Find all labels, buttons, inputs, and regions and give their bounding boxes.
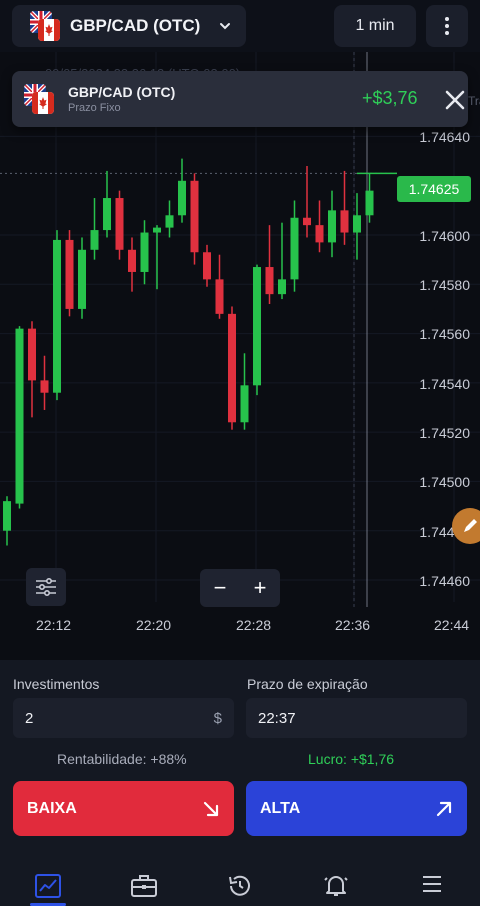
- arrow-up-right-icon: [436, 801, 452, 816]
- candle-up: [15, 328, 24, 504]
- candle-down: [65, 239, 74, 309]
- expiry-label: Prazo de expiração: [247, 676, 368, 692]
- profitability-label: Rentabilidade:: [57, 751, 147, 767]
- notification-flags: [24, 84, 54, 114]
- sell-button[interactable]: BAIXA: [13, 781, 234, 836]
- candle-down: [128, 249, 136, 272]
- candle-down: [303, 217, 311, 226]
- profit-value: +$1,76: [350, 751, 395, 767]
- candle-up: [365, 190, 374, 216]
- close-icon[interactable]: [442, 87, 468, 113]
- faded-trade-side: Tra: [468, 94, 480, 108]
- currency-suffix: $: [213, 709, 222, 727]
- nav-menu[interactable]: [384, 860, 480, 906]
- bell-icon: [324, 876, 348, 896]
- y-tick-label: 1.74520: [419, 425, 470, 441]
- current-price-tag: 1.74625: [397, 176, 471, 202]
- candle-up: [78, 249, 86, 309]
- profit-stat: Lucro: +$1,76: [308, 751, 394, 767]
- candle-down: [115, 198, 124, 250]
- candle-up: [90, 230, 99, 250]
- candle-up: [103, 198, 111, 231]
- candle-up: [253, 267, 261, 386]
- candle-down: [315, 225, 324, 243]
- nav-chart[interactable]: [0, 860, 96, 906]
- timeframe-button[interactable]: 1 min: [334, 5, 416, 47]
- candle-up: [278, 279, 286, 295]
- candle-down: [215, 279, 224, 314]
- asset-flags: [30, 11, 60, 41]
- candle-up: [290, 217, 299, 280]
- candle-down: [203, 252, 211, 280]
- history-icon: [229, 875, 250, 896]
- investment-label: Investimentos: [13, 676, 100, 692]
- top-bar: GBP/CAD (OTC) 1 min: [0, 0, 480, 52]
- nav-portfolio[interactable]: [96, 860, 192, 906]
- candle-up: [53, 239, 61, 393]
- menu-icon: [423, 876, 441, 892]
- arrow-down-right-icon: [203, 801, 219, 816]
- pencil-icon: [464, 519, 477, 532]
- candle-down: [228, 313, 236, 423]
- y-tick-label: 1.74580: [419, 277, 470, 293]
- investment-input[interactable]: 2 $: [13, 698, 234, 738]
- candle-down: [265, 267, 274, 295]
- profit-label: Lucro:: [308, 751, 347, 767]
- buy-button[interactable]: ALTA: [246, 781, 467, 836]
- expiry-value: 22:37: [258, 709, 296, 727]
- candle-down: [28, 328, 36, 381]
- x-tick-label: 22:36: [335, 617, 371, 633]
- candle-up: [140, 232, 149, 272]
- candle-up: [153, 227, 161, 233]
- asset-selector-button[interactable]: GBP/CAD (OTC): [12, 5, 246, 47]
- candle-up: [353, 215, 361, 233]
- candle-down: [190, 180, 199, 253]
- expiry-input[interactable]: 22:37: [246, 698, 467, 738]
- bottom-navigation: [0, 860, 480, 906]
- candle-down: [340, 210, 349, 233]
- trade-notification: GBP/CAD (OTC) Prazo Fixo +$3,76: [12, 71, 468, 127]
- indicators-button[interactable]: [26, 568, 66, 606]
- y-tick-label: 1.74600: [419, 228, 470, 244]
- notification-trade-type: Prazo Fixo: [68, 102, 121, 114]
- briefcase-icon: [131, 875, 157, 897]
- y-tick-label: 1.74640: [419, 129, 470, 145]
- candle-up: [178, 180, 186, 216]
- candle-up: [328, 210, 336, 243]
- x-tick-label: 22:44: [434, 617, 470, 633]
- nav-notifications[interactable]: [288, 860, 384, 906]
- x-tick-label: 22:12: [36, 617, 72, 633]
- candle-down: [40, 380, 49, 393]
- y-tick-label: 1.74560: [419, 326, 470, 342]
- notification-profit: +$3,76: [362, 88, 418, 108]
- y-tick-label: 1.74500: [419, 474, 470, 490]
- canada-flag-icon: [32, 92, 54, 114]
- y-tick-label: 1.74540: [419, 376, 470, 392]
- x-tick-label: 22:28: [236, 617, 272, 633]
- asset-title: GBP/CAD (OTC): [70, 16, 201, 35]
- zoom-controls: − +: [200, 569, 280, 607]
- chevron-down-icon: [220, 23, 231, 30]
- buy-label: ALTA: [260, 799, 301, 817]
- investment-value: 2: [25, 709, 34, 727]
- candle-up: [165, 215, 174, 228]
- candle-up: [3, 501, 11, 531]
- price-chart[interactable]: 09/05/2024 22:36:12 (UTC-03:00) Tra 1.74…: [0, 52, 480, 660]
- chart-icon: [35, 874, 61, 898]
- kebab-menu-icon[interactable]: [426, 5, 468, 47]
- sell-label: BAIXA: [27, 799, 77, 817]
- candle-up: [240, 385, 249, 423]
- profitability-stat: Rentabilidade: +88%: [57, 751, 187, 767]
- zoom-in-button[interactable]: +: [240, 569, 280, 607]
- profitability-value: +88%: [150, 751, 187, 767]
- nav-history[interactable]: [192, 860, 288, 906]
- y-tick-label: 1.74460: [419, 573, 470, 589]
- x-tick-label: 22:20: [136, 617, 172, 633]
- trade-panel: Investimentos Prazo de expiração 2 $ 22:…: [0, 660, 480, 860]
- canada-flag-icon: [38, 19, 60, 41]
- notification-asset: GBP/CAD (OTC): [68, 84, 176, 100]
- zoom-out-button[interactable]: −: [200, 569, 240, 607]
- drawing-tool-button[interactable]: [452, 508, 480, 544]
- sliders-icon: [36, 577, 56, 597]
